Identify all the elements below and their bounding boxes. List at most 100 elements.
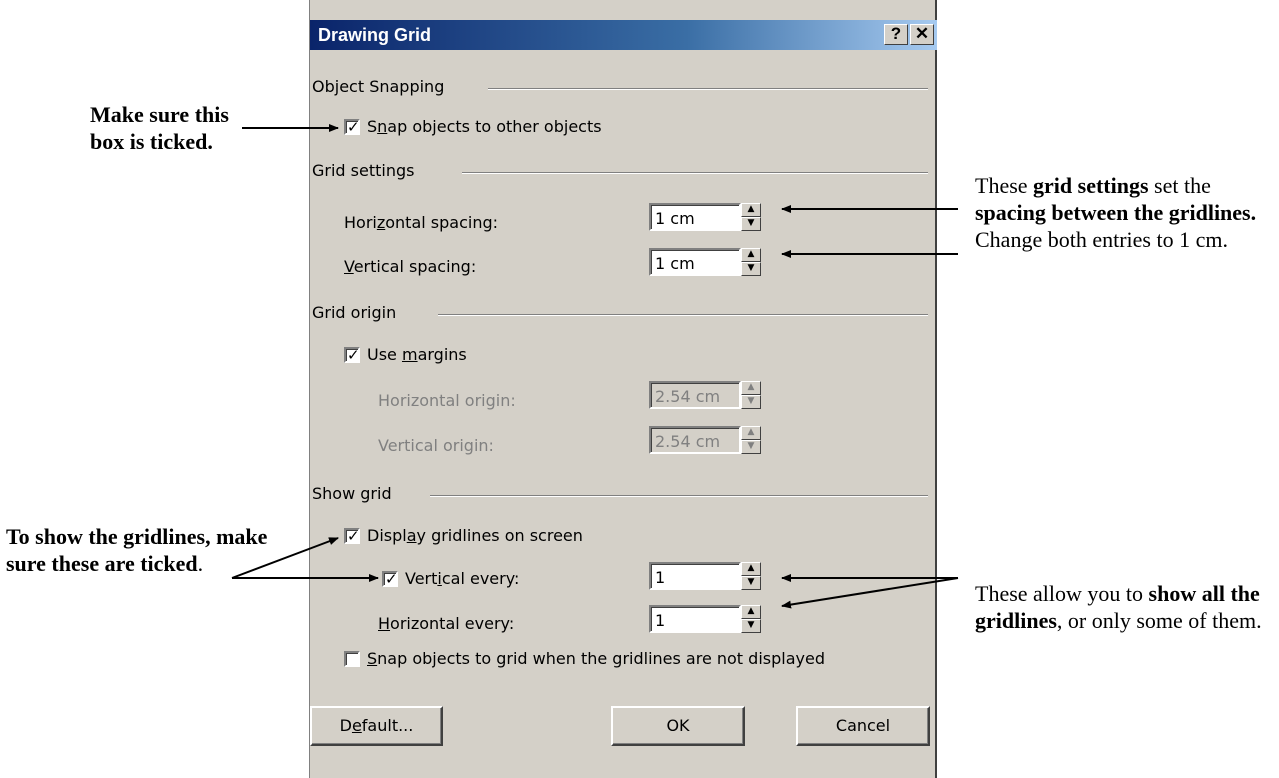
snap-objects-label[interactable]: Snap objects to other objects [367, 117, 602, 136]
horizontal-spacing-label: Horizontal spacing: [344, 213, 498, 232]
annotation-text: These [975, 173, 1034, 198]
spin-up-button[interactable]: ▲ [741, 203, 761, 217]
annotation-line: box is ticked. [90, 129, 213, 154]
snap-objects-checkbox[interactable]: ✓ [344, 118, 360, 136]
title-bar[interactable]: Drawing Grid ? ✕ [310, 20, 937, 50]
label-part: fault... [361, 716, 414, 735]
label-part: y gridlines on screen [416, 526, 583, 545]
annotation-bold: grid settings [1033, 173, 1149, 198]
access-key: z [376, 213, 386, 232]
help-button[interactable]: ? [884, 24, 908, 45]
annotation-bold: spacing between the gridlines. [975, 200, 1257, 225]
access-key: n [377, 117, 388, 136]
vertical-every-input[interactable]: 1 [649, 562, 741, 590]
field-value: 2.54 cm [655, 432, 721, 451]
label-part: ertical spacing: [353, 257, 477, 276]
field-value: 1 [655, 568, 666, 587]
spinner: ▲ ▼ [741, 248, 761, 276]
check-mark-icon: ✓ [385, 570, 398, 588]
vertical-every-field: 1 ▲ ▼ [649, 562, 779, 590]
label-part: orizontal every: [390, 614, 515, 633]
annotation-line: Make sure this [90, 102, 229, 127]
vertical-every-label[interactable]: Vertical every: [405, 569, 519, 588]
vertical-spacing-field: 1 cm ▲ ▼ [649, 248, 779, 276]
vertical-spacing-input[interactable]: 1 cm [649, 248, 741, 276]
spinner: ▲ ▼ [741, 605, 761, 633]
group-divider [430, 495, 928, 497]
group-divider [438, 314, 928, 316]
annotation-show-gridlines: To show the gridlines, make sure these a… [6, 523, 291, 577]
access-key: m [401, 345, 418, 364]
access-key: V [344, 257, 354, 276]
label-part: S [367, 117, 378, 136]
horizontal-every-field: 1 ▲ ▼ [649, 605, 779, 633]
label-part: ap objects to other objects [387, 117, 602, 136]
vertical-every-checkbox[interactable]: ✓ [382, 570, 398, 588]
display-gridlines-checkbox[interactable]: ✓ [344, 527, 360, 545]
label-part: Displ [367, 526, 407, 545]
vertical-origin-field: 2.54 cm ▲ ▼ [649, 426, 779, 454]
vertical-spacing-label: Vertical spacing: [344, 257, 476, 276]
check-mark-icon: ✓ [347, 346, 360, 364]
field-value: 2.54 cm [655, 387, 721, 406]
spin-up-button: ▲ [741, 426, 761, 440]
annotation-show-all: These allow you to show all the gridline… [975, 580, 1275, 634]
horizontal-origin-input: 2.54 cm [649, 381, 741, 409]
annotation-tick-box: Make sure this box is ticked. [90, 101, 229, 155]
horizontal-origin-label: Horizontal origin: [378, 391, 516, 410]
spin-down-button[interactable]: ▼ [741, 619, 761, 633]
field-value: 1 cm [655, 254, 695, 273]
spinner: ▲ ▼ [741, 562, 761, 590]
spinner: ▲ ▼ [741, 203, 761, 231]
access-key: a [406, 526, 417, 545]
ok-button[interactable]: OK [611, 706, 745, 746]
label-part: D [339, 716, 352, 735]
use-margins-checkbox[interactable]: ✓ [344, 346, 360, 364]
dialog-title: Drawing Grid [318, 25, 432, 45]
dialog-body: Object Snapping ✓ Snap objects to other … [310, 50, 937, 778]
group-object-snapping: Object Snapping [310, 77, 937, 96]
spin-up-button[interactable]: ▲ [741, 605, 761, 619]
vertical-origin-input: 2.54 cm [649, 426, 741, 454]
close-button[interactable]: ✕ [910, 24, 934, 45]
access-key: e [351, 716, 362, 735]
horizontal-every-input[interactable]: 1 [649, 605, 741, 633]
label-part: Vert [405, 569, 438, 588]
spin-down-button[interactable]: ▼ [741, 576, 761, 590]
label-part: nap objects to grid when the gridlines a… [377, 649, 825, 668]
default-button[interactable]: Default... [310, 706, 443, 746]
group-title: Show grid [312, 484, 398, 503]
annotation-grid-settings: These grid settings set the spacing betw… [975, 172, 1275, 253]
field-value: 1 [655, 611, 666, 630]
spin-up-button[interactable]: ▲ [741, 248, 761, 262]
vertical-origin-label: Vertical origin: [378, 436, 494, 455]
access-key: H [378, 614, 391, 633]
group-title: Grid settings [312, 161, 421, 180]
group-divider [462, 172, 928, 174]
annotation-text: , or only some of them. [1056, 608, 1262, 633]
horizontal-every-label: Horizontal every: [378, 614, 514, 633]
check-mark-icon: ✓ [347, 118, 360, 136]
cancel-button[interactable]: Cancel [796, 706, 930, 746]
use-margins-label[interactable]: Use margins [367, 345, 467, 364]
access-key: S [367, 649, 378, 668]
spin-down-button[interactable]: ▼ [741, 262, 761, 276]
group-grid-settings: Grid settings [310, 161, 937, 180]
snap-to-grid-label[interactable]: Snap objects to grid when the gridlines … [367, 649, 825, 668]
horizontal-spacing-input[interactable]: 1 cm [649, 203, 741, 231]
spin-up-button[interactable]: ▲ [741, 562, 761, 576]
field-value: 1 cm [655, 209, 695, 228]
spin-up-button: ▲ [741, 381, 761, 395]
annotation-text: Change both entries to 1 cm. [975, 227, 1228, 252]
group-grid-origin: Grid origin [310, 303, 937, 322]
snap-to-grid-checkbox[interactable] [344, 651, 360, 667]
annotation-bold: To show the gridlines, make sure these a… [6, 524, 268, 576]
annotation-text: These allow you to [975, 581, 1149, 606]
label-part: Use [367, 345, 402, 364]
annotation-text: set the [1148, 173, 1211, 198]
spin-down-button[interactable]: ▼ [741, 217, 761, 231]
group-divider [488, 88, 928, 90]
label-part: argins [417, 345, 467, 364]
display-gridlines-label[interactable]: Display gridlines on screen [367, 526, 583, 545]
annotation-text: . [197, 551, 204, 576]
